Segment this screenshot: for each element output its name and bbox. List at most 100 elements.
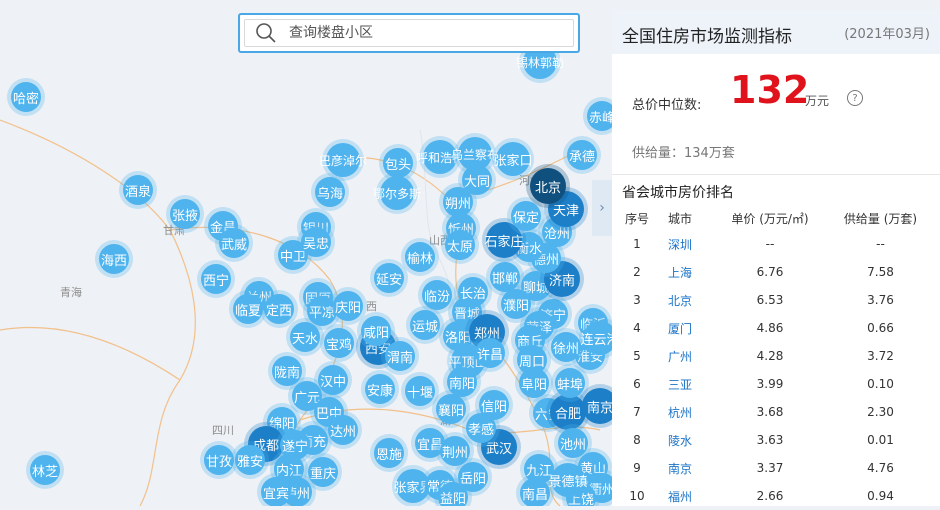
city-bubble[interactable]: 雅安 — [235, 445, 265, 475]
row-index: 8 — [633, 433, 641, 447]
city-bubble[interactable]: 临夏 — [233, 294, 263, 324]
city-bubble[interactable]: 十堰 — [405, 376, 435, 406]
city-bubble[interactable]: 延安 — [374, 263, 404, 293]
search-inner[interactable] — [244, 19, 574, 47]
row-price: 3.68 — [756, 405, 784, 419]
city-bubble[interactable]: 宜宾 — [261, 477, 291, 506]
city-bubble[interactable]: 张家口 — [494, 142, 533, 176]
city-bubble[interactable]: 景德镇 — [549, 463, 588, 497]
city-bubble[interactable]: 承德 — [567, 140, 597, 170]
city-bubble[interactable]: 襄阳 — [436, 394, 466, 424]
median-unit: 万元 — [805, 94, 830, 108]
city-bubble[interactable]: 平凉 — [307, 296, 337, 326]
city-bubble[interactable]: 池州 — [558, 428, 588, 458]
row-index: 6 — [633, 377, 641, 391]
table-row[interactable]: 6 三亚 3.99 0.10 — [612, 370, 940, 398]
city-bubble[interactable]: 天水 — [290, 322, 320, 352]
city-bubble[interactable]: 包头 — [383, 148, 413, 178]
help-icon[interactable]: ? — [847, 90, 863, 106]
divider — [612, 174, 940, 175]
city-bubble[interactable]: 咸阳 — [361, 316, 391, 346]
row-city-link[interactable]: 深圳 — [662, 230, 719, 258]
row-city-link[interactable]: 南京 — [662, 454, 719, 482]
city-bubble[interactable]: 荆州 — [440, 436, 470, 466]
city-bubble[interactable]: 哈密 — [11, 82, 41, 112]
city-bubble[interactable]: 濮阳 — [501, 289, 531, 319]
city-bubble[interactable]: 南阳 — [447, 367, 477, 397]
row-supply: 0.10 — [867, 377, 894, 391]
table-row[interactable]: 7 杭州 3.68 2.30 — [612, 398, 940, 426]
city-bubble[interactable]: 武威 — [219, 228, 249, 258]
city-bubble[interactable]: 陇南 — [272, 356, 302, 386]
table-row[interactable]: 8 陵水 3.63 0.01 — [612, 426, 940, 454]
city-bubble[interactable]: 保定 — [511, 201, 541, 231]
city-bubble[interactable]: 汉中 — [318, 365, 348, 395]
row-price: 6.76 — [756, 265, 784, 279]
city-bubble[interactable]: 林芝 — [30, 455, 60, 485]
search-box[interactable] — [238, 13, 580, 53]
city-bubble[interactable]: 重庆 — [308, 457, 338, 487]
table-row[interactable]: 4 厦门 4.86 0.66 — [612, 314, 940, 342]
chevron-right-icon: › — [599, 200, 605, 216]
panel-title: 全国住房市场监测指标 — [622, 27, 792, 47]
city-bubble[interactable]: 海西 — [99, 244, 129, 274]
search-input[interactable] — [287, 24, 571, 42]
city-bubble[interactable]: 乌海 — [315, 177, 345, 207]
city-bubble[interactable]: 宝鸡 — [324, 328, 354, 358]
city-bubble[interactable]: 庆阳 — [333, 291, 363, 321]
table-row[interactable]: 2 上海 6.76 7.58 — [612, 258, 940, 286]
city-bubble[interactable]: 长治 — [458, 277, 488, 307]
row-city-link[interactable]: 杭州 — [662, 398, 719, 426]
ranking-header-row: 序号 城市 单价 (万元/㎡) 供给量 (万套) — [612, 206, 940, 230]
row-index: 2 — [633, 265, 641, 279]
search-icon — [256, 23, 276, 43]
row-city-link[interactable]: 三亚 — [662, 370, 719, 398]
table-row[interactable]: 3 北京 6.53 3.76 — [612, 286, 940, 314]
city-bubble[interactable]: 岳阳 — [458, 462, 488, 492]
table-row[interactable]: 1 深圳 -- -- — [612, 230, 940, 258]
median-label: 总价中位数: — [632, 98, 702, 113]
row-supply: 7.58 — [867, 265, 894, 279]
city-bubble[interactable]: 信阳 — [479, 390, 509, 420]
city-bubble[interactable]: 西宁 — [201, 264, 231, 294]
city-bubble[interactable]: 定西 — [264, 294, 294, 324]
row-city-link[interactable]: 厦门 — [662, 314, 719, 342]
city-bubble[interactable]: 合肥 — [550, 394, 586, 430]
row-index: 3 — [633, 293, 641, 307]
city-bubble[interactable]: 巴彦淖尔 — [319, 143, 367, 177]
row-city-link[interactable]: 北京 — [662, 286, 719, 314]
row-supply: 2.30 — [867, 405, 894, 419]
row-supply: 3.76 — [867, 293, 894, 307]
median-value: 132 — [730, 68, 810, 112]
city-bubble[interactable]: 甘孜 — [204, 445, 234, 475]
city-bubble[interactable]: 周口 — [517, 345, 547, 375]
city-bubble[interactable]: 吴忠 — [301, 227, 331, 257]
col-city: 城市 — [668, 211, 693, 226]
row-supply: 4.76 — [867, 461, 894, 475]
city-bubble[interactable]: 蚌埠 — [555, 368, 585, 398]
city-bubble[interactable]: 运城 — [410, 310, 440, 340]
panel-collapse-button[interactable]: › — [592, 180, 612, 236]
city-bubble[interactable]: 酒泉 — [123, 175, 153, 205]
city-bubble[interactable]: 许昌 — [475, 338, 505, 368]
row-city-link[interactable]: 广州 — [662, 342, 719, 370]
panel-date: (2021年03月) — [844, 27, 930, 42]
row-city-link[interactable]: 上海 — [662, 258, 719, 286]
city-bubble[interactable]: 邯郸 — [490, 262, 520, 292]
city-bubble[interactable]: 达州 — [328, 415, 358, 445]
city-bubble[interactable]: 太原 — [445, 230, 475, 260]
city-bubble[interactable]: 渭南 — [385, 341, 415, 371]
city-bubble[interactable]: 安康 — [365, 374, 395, 404]
city-bubble[interactable]: 鄂尔多斯 — [373, 176, 421, 210]
ranking-table: 序号 城市 单价 (万元/㎡) 供给量 (万套) 1 深圳 -- -- 2 上海 6.76 7… — [612, 206, 940, 510]
city-bubble[interactable]: 张掖 — [170, 199, 200, 229]
table-row[interactable]: 9 南京 3.37 4.76 — [612, 454, 940, 482]
city-bubble[interactable]: 徐州 — [551, 332, 581, 362]
city-bubble[interactable]: 榆林 — [405, 242, 435, 272]
table-row[interactable]: 5 广州 4.28 3.72 — [612, 342, 940, 370]
city-bubble[interactable]: 临汾 — [422, 280, 452, 310]
city-bubble[interactable]: 恩施 — [374, 438, 404, 468]
city-bubble[interactable]: 南昌 — [520, 478, 550, 506]
row-city-link[interactable]: 陵水 — [662, 426, 719, 454]
city-bubble[interactable]: 北京 — [530, 168, 566, 204]
